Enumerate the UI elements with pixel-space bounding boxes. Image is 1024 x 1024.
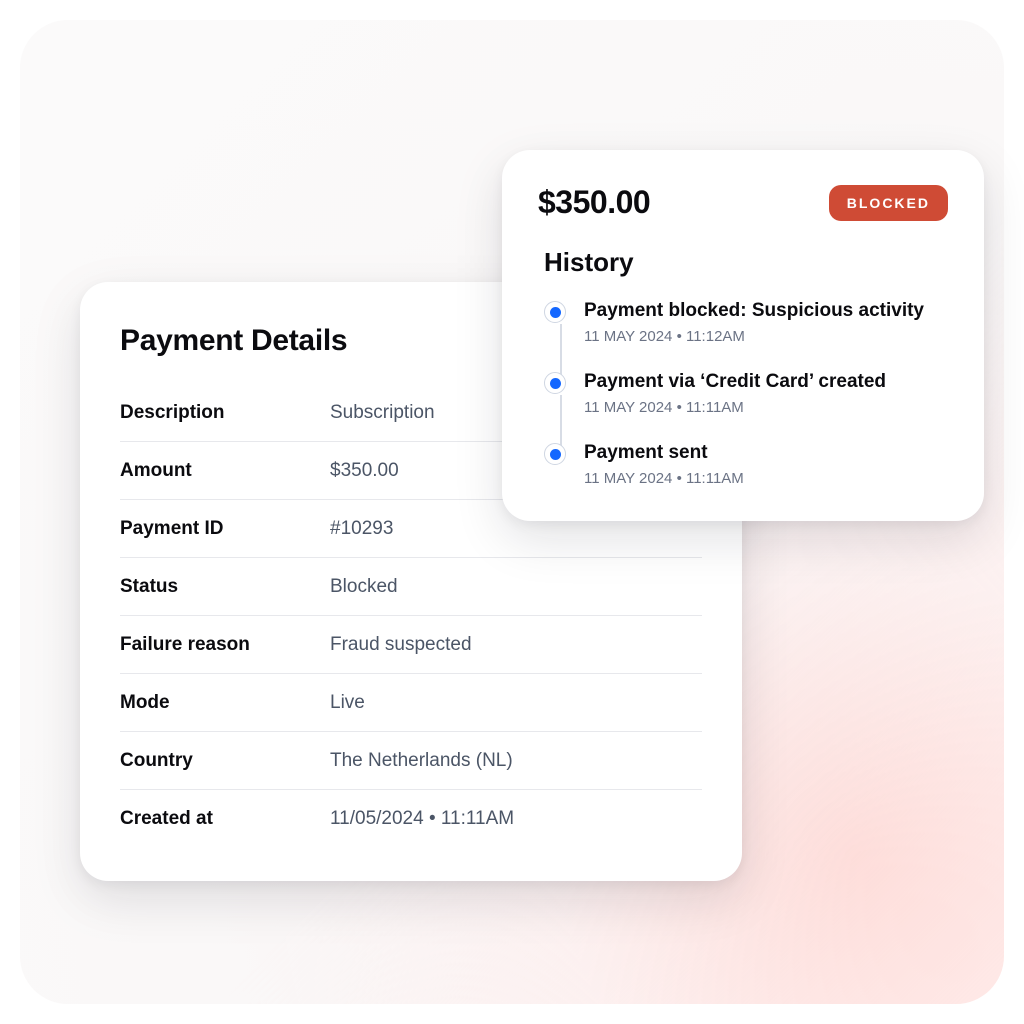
detail-row-status: Status Blocked (120, 558, 702, 616)
detail-label: Description (120, 402, 330, 424)
detail-row-failure-reason: Failure reason Fraud suspected (120, 616, 702, 674)
timeline-item: Payment via ‘Credit Card’ created 11 MAY… (544, 371, 948, 442)
detail-label: Mode (120, 692, 330, 714)
detail-label: Payment ID (120, 518, 330, 540)
timeline-connector (560, 324, 562, 375)
detail-label: Country (120, 750, 330, 772)
detail-value: The Netherlands (NL) (330, 750, 513, 772)
detail-row-country: Country The Netherlands (NL) (120, 732, 702, 790)
timeline-item: Payment blocked: Suspicious activity 11 … (544, 300, 948, 371)
timeline-dot-icon (544, 301, 566, 323)
timeline-item: Payment sent 11 MAY 2024 • 11:11AM (544, 442, 948, 487)
timeline-event-title: Payment blocked: Suspicious activity (584, 300, 948, 322)
timeline-body: Payment sent 11 MAY 2024 • 11:11AM (584, 442, 948, 487)
payment-history-card: $350.00 BLOCKED History Payment blocked:… (502, 150, 984, 521)
timeline-event-title: Payment sent (584, 442, 948, 464)
status-badge: BLOCKED (829, 185, 948, 221)
timeline-event-time: 11 MAY 2024 • 11:12AM (584, 328, 948, 345)
app-canvas: Payment Details Description Subscription… (20, 20, 1004, 1004)
detail-value: Blocked (330, 576, 398, 598)
detail-value: Fraud suspected (330, 634, 472, 656)
detail-label: Amount (120, 460, 330, 482)
detail-label: Failure reason (120, 634, 330, 656)
detail-label: Created at (120, 808, 330, 830)
detail-label: Status (120, 576, 330, 598)
detail-value: $350.00 (330, 460, 399, 482)
timeline-dot-icon (544, 443, 566, 465)
timeline-dot-icon (544, 372, 566, 394)
history-title: History (544, 247, 948, 278)
history-header: $350.00 BLOCKED (538, 184, 948, 221)
detail-row-created-at: Created at 11/05/2024 • 11:11AM (120, 790, 702, 847)
detail-value: #10293 (330, 518, 393, 540)
timeline-connector (560, 395, 562, 446)
detail-value: 11/05/2024 • 11:11AM (330, 808, 514, 830)
timeline-body: Payment blocked: Suspicious activity 11 … (584, 300, 948, 345)
timeline-event-time: 11 MAY 2024 • 11:11AM (584, 399, 948, 416)
payment-amount: $350.00 (538, 184, 650, 221)
timeline-event-title: Payment via ‘Credit Card’ created (584, 371, 948, 393)
detail-value: Live (330, 692, 365, 714)
timeline-body: Payment via ‘Credit Card’ created 11 MAY… (584, 371, 948, 416)
detail-row-mode: Mode Live (120, 674, 702, 732)
detail-value: Subscription (330, 402, 435, 424)
history-timeline: Payment blocked: Suspicious activity 11 … (538, 300, 948, 487)
timeline-event-time: 11 MAY 2024 • 11:11AM (584, 470, 948, 487)
